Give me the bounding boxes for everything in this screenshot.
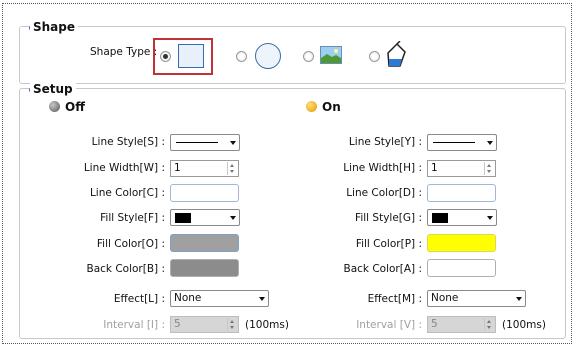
shape-radio-picture[interactable] bbox=[303, 51, 314, 62]
spin-buttons-icon[interactable] bbox=[227, 162, 237, 175]
spin-buttons-icon[interactable] bbox=[484, 318, 494, 331]
on-effect-label: Effect[M] : bbox=[367, 293, 422, 305]
on-back-color-label: Back Color[A] : bbox=[343, 263, 423, 275]
on-line-style-label: Line Style[Y] : bbox=[348, 136, 422, 148]
on-fill-style-select[interactable] bbox=[427, 209, 497, 226]
setup-group-title: Setup bbox=[30, 82, 76, 96]
off-line-width-spinner[interactable]: 1 bbox=[170, 160, 239, 177]
on-interval-unit: (100ms) bbox=[502, 319, 546, 331]
on-line-width-label: Line Width[H] : bbox=[343, 162, 422, 174]
off-line-style-select[interactable] bbox=[170, 134, 240, 151]
chevron-down-icon bbox=[487, 141, 493, 145]
bitmap-shape-icon[interactable] bbox=[384, 40, 408, 69]
off-line-style-label: Line Style[S] : bbox=[91, 136, 165, 148]
off-interval-spinner[interactable]: 5 bbox=[170, 316, 239, 333]
off-effect-select[interactable]: None bbox=[170, 290, 269, 307]
off-back-color-picker[interactable] bbox=[170, 259, 239, 277]
shape-radio-rectangle[interactable] bbox=[160, 51, 171, 62]
on-interval-label: Interval [V] : bbox=[356, 319, 422, 331]
on-back-color-picker[interactable] bbox=[427, 259, 496, 277]
shape-type-label: Shape Type : bbox=[90, 46, 158, 58]
off-indicator-icon bbox=[49, 101, 60, 112]
chevron-down-icon bbox=[487, 216, 493, 220]
on-line-style-select[interactable] bbox=[427, 134, 497, 151]
rectangle-shape-icon[interactable] bbox=[178, 44, 204, 68]
on-fill-color-label: Fill Color[P] : bbox=[355, 238, 422, 250]
on-fill-color-picker[interactable] bbox=[427, 234, 496, 252]
line-style-sample bbox=[176, 142, 218, 143]
off-interval-unit: (100ms) bbox=[245, 319, 289, 331]
on-line-width-value: 1 bbox=[431, 162, 438, 174]
off-line-width-value: 1 bbox=[174, 162, 181, 174]
on-effect-select[interactable]: None bbox=[427, 290, 526, 307]
ellipse-shape-icon[interactable] bbox=[255, 43, 281, 69]
off-back-color-label: Back Color[B] : bbox=[86, 263, 165, 275]
off-interval-label: Interval [I] : bbox=[103, 319, 165, 331]
off-fill-style-select[interactable] bbox=[170, 209, 240, 226]
picture-shape-icon[interactable] bbox=[320, 46, 342, 64]
off-line-color-picker[interactable] bbox=[170, 184, 239, 202]
off-effect-value: None bbox=[174, 292, 202, 304]
off-title: Off bbox=[65, 100, 85, 114]
chevron-down-icon bbox=[516, 297, 522, 301]
on-interval-spinner[interactable]: 5 bbox=[427, 316, 496, 333]
off-interval-value: 5 bbox=[174, 318, 181, 330]
on-line-color-label: Line Color[D] : bbox=[346, 187, 422, 199]
fill-style-sample bbox=[175, 213, 191, 223]
off-effect-label: Effect[L] : bbox=[113, 293, 165, 305]
chevron-down-icon bbox=[230, 216, 236, 220]
on-line-color-picker[interactable] bbox=[427, 184, 496, 202]
off-fill-style-label: Fill Style[F] : bbox=[100, 212, 165, 224]
line-style-sample bbox=[433, 142, 475, 143]
chevron-down-icon bbox=[230, 141, 236, 145]
chevron-down-icon bbox=[259, 297, 265, 301]
on-indicator-icon bbox=[306, 101, 317, 112]
spin-buttons-icon[interactable] bbox=[227, 318, 237, 331]
fill-style-sample bbox=[432, 213, 448, 223]
spin-buttons-icon[interactable] bbox=[484, 162, 494, 175]
on-fill-style-label: Fill Style[G] : bbox=[355, 212, 422, 224]
shape-radio-ellipse[interactable] bbox=[236, 51, 247, 62]
on-title: On bbox=[322, 100, 341, 114]
shape-group-title: Shape bbox=[30, 20, 79, 34]
off-fill-color-picker[interactable] bbox=[170, 234, 239, 252]
off-line-width-label: Line Width[W] : bbox=[83, 162, 165, 174]
on-line-width-spinner[interactable]: 1 bbox=[427, 160, 496, 177]
off-fill-color-label: Fill Color[O] : bbox=[96, 238, 165, 250]
shape-radio-bitmap[interactable] bbox=[369, 51, 380, 62]
on-interval-value: 5 bbox=[431, 318, 438, 330]
off-line-color-label: Line Color[C] : bbox=[89, 187, 165, 199]
on-effect-value: None bbox=[431, 292, 459, 304]
